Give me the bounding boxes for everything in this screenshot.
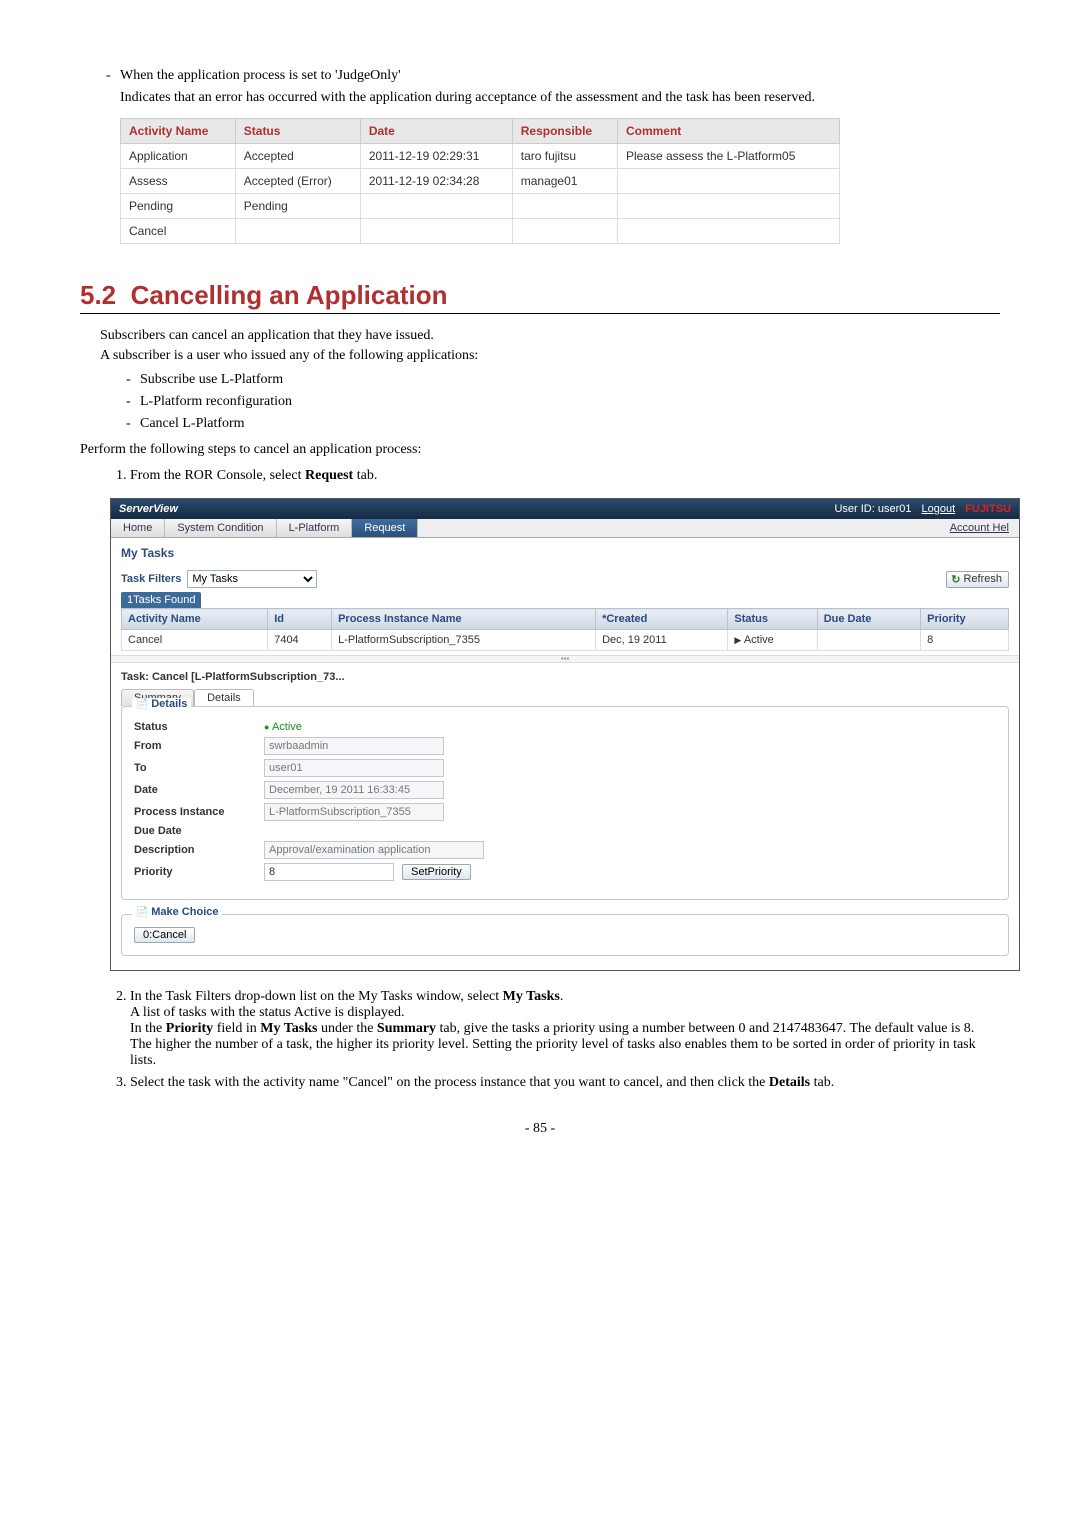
- col-status[interactable]: Status: [728, 609, 817, 630]
- th-comment: Comment: [617, 119, 839, 144]
- to-label: To: [134, 762, 264, 774]
- section-p3: Perform the following steps to cancel an…: [80, 442, 1000, 458]
- th-activity: Activity Name: [121, 119, 236, 144]
- splitter-handle[interactable]: ▪▪▪: [111, 655, 1019, 663]
- section-rule: [80, 313, 1000, 314]
- due-date-label: Due Date: [134, 825, 264, 837]
- detail-tabs: Summary Details: [121, 689, 1009, 706]
- status-label: Status: [134, 721, 264, 733]
- tab-request[interactable]: Request: [352, 519, 418, 537]
- task-detail-title: Task: Cancel [L-PlatformSubscription_73.…: [121, 671, 1009, 683]
- col-process[interactable]: Process Instance Name: [332, 609, 596, 630]
- list-item: Cancel L-Platform: [140, 416, 1000, 432]
- tab-system-condition[interactable]: System Condition: [165, 519, 276, 537]
- col-due[interactable]: Due Date: [817, 609, 920, 630]
- step-3: Select the task with the activity name "…: [130, 1075, 1000, 1091]
- col-priority[interactable]: Priority: [921, 609, 1009, 630]
- from-label: From: [134, 740, 264, 752]
- section-bullets: Subscribe use L-Platform L-Platform reco…: [100, 372, 1000, 432]
- intro-bullet: When the application process is set to '…: [120, 68, 1000, 106]
- process-instance-field: [264, 803, 444, 821]
- table-row: Assess Accepted (Error) 2011-12-19 02:34…: [121, 169, 840, 194]
- section-p2: A subscriber is a user who issued any of…: [100, 348, 1000, 364]
- steps-list: From the ROR Console, select Request tab…: [80, 468, 1000, 484]
- list-item: L-Platform reconfiguration: [140, 394, 1000, 410]
- intro-bullet-desc: Indicates that an error has occurred wit…: [120, 90, 1000, 106]
- th-status: Status: [235, 119, 360, 144]
- status-table: Activity Name Status Date Responsible Co…: [120, 118, 840, 244]
- col-created[interactable]: *Created: [596, 609, 728, 630]
- user-id-label: User ID: user01: [834, 503, 911, 515]
- description-label: Description: [134, 844, 264, 856]
- th-responsible: Responsible: [512, 119, 617, 144]
- refresh-button[interactable]: Refresh: [946, 571, 1009, 588]
- section-heading: 5.2 Cancelling an Application: [80, 280, 1000, 311]
- logout-link[interactable]: Logout: [922, 503, 956, 515]
- make-choice-fieldset: Make Choice 0:Cancel: [121, 914, 1009, 956]
- table-row: Cancel: [121, 219, 840, 244]
- list-item: Subscribe use L-Platform: [140, 372, 1000, 388]
- tasks-table: Activity Name Id Process Instance Name *…: [121, 608, 1009, 651]
- page-title: My Tasks: [121, 546, 1009, 560]
- steps-list-cont: In the Task Filters drop-down list on th…: [80, 989, 1000, 1091]
- tab-home[interactable]: Home: [111, 519, 165, 537]
- make-choice-legend: Make Choice: [132, 906, 222, 918]
- step-1: From the ROR Console, select Request tab…: [130, 468, 1000, 484]
- th-date: Date: [360, 119, 512, 144]
- priority-field[interactable]: [264, 863, 394, 881]
- set-priority-button[interactable]: SetPriority: [402, 864, 471, 880]
- window-titlebar: ServerView User ID: user01 Logout FUJITS…: [111, 499, 1019, 519]
- date-label: Date: [134, 784, 264, 796]
- task-filters-select[interactable]: My Tasks: [187, 570, 317, 588]
- process-instance-label: Process Instance: [134, 806, 264, 818]
- vendor-logo: FUJITSU: [965, 503, 1011, 515]
- details-legend: Details: [132, 698, 191, 710]
- account-link[interactable]: Account Hel: [940, 519, 1019, 537]
- from-field: [264, 737, 444, 755]
- serverview-screenshot: ServerView User ID: user01 Logout FUJITS…: [110, 498, 1020, 971]
- page-number: - 85 -: [80, 1121, 1000, 1137]
- col-activity[interactable]: Activity Name: [122, 609, 268, 630]
- to-field: [264, 759, 444, 777]
- description-field: [264, 841, 484, 859]
- details-fieldset: Details Status Active From To Date Proce…: [121, 706, 1009, 900]
- status-value: Active: [264, 721, 302, 733]
- app-brand: ServerView: [119, 503, 178, 515]
- tab-lplatform[interactable]: L-Platform: [277, 519, 353, 537]
- col-id[interactable]: Id: [268, 609, 332, 630]
- intro-list: When the application process is set to '…: [80, 68, 1000, 106]
- step-2: In the Task Filters drop-down list on th…: [130, 989, 1000, 1069]
- intro-bullet-text: When the application process is set to '…: [120, 68, 401, 83]
- main-tabs: Home System Condition L-Platform Request…: [111, 519, 1019, 538]
- task-filters-label: Task Filters: [121, 573, 181, 585]
- status-badge: Active: [728, 630, 817, 651]
- priority-label: Priority: [134, 866, 264, 878]
- task-row[interactable]: Cancel 7404 L-PlatformSubscription_7355 …: [122, 630, 1009, 651]
- cancel-choice-button[interactable]: 0:Cancel: [134, 927, 195, 943]
- table-row: Pending Pending: [121, 194, 840, 219]
- task-count-bar: 1Tasks Found: [121, 592, 201, 608]
- table-row: Application Accepted 2011-12-19 02:29:31…: [121, 144, 840, 169]
- tab-details[interactable]: Details: [194, 689, 254, 706]
- date-field: [264, 781, 444, 799]
- section-p1: Subscribers can cancel an application th…: [100, 328, 1000, 344]
